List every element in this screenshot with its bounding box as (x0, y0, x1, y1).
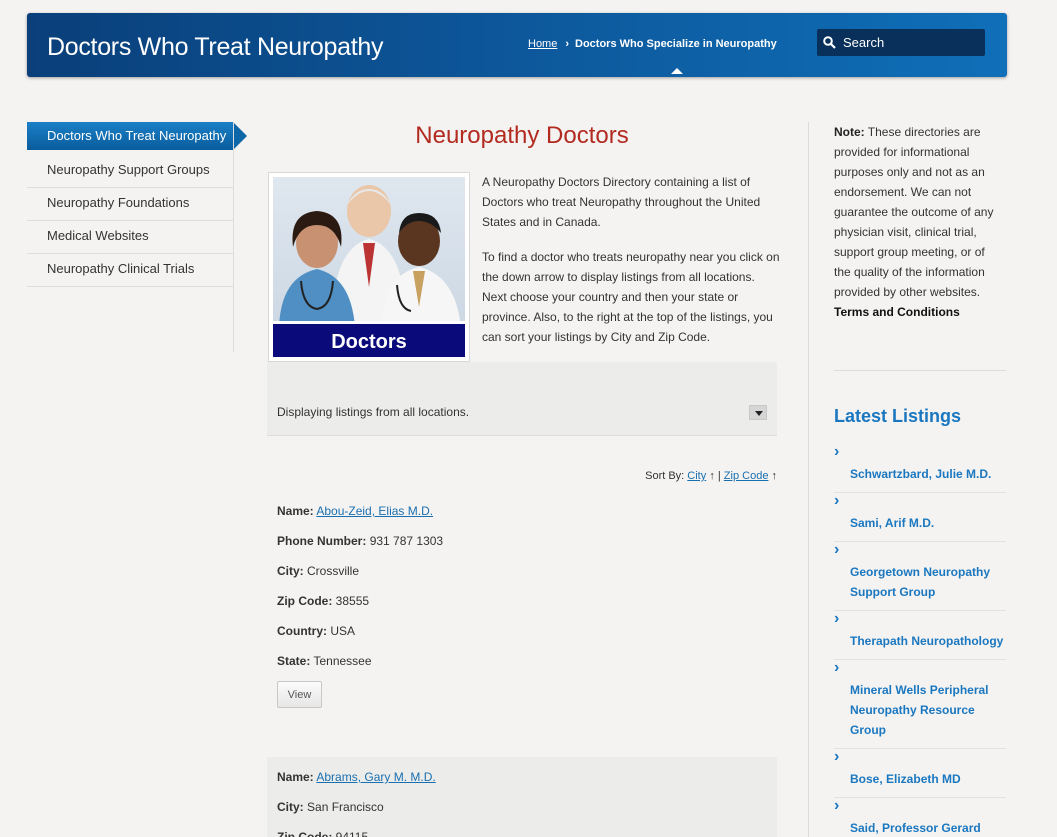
right-divider (834, 370, 1006, 371)
sidebar-item-medical-websites[interactable]: Medical Websites (27, 221, 233, 254)
latest-listing-label[interactable]: Said, Professor Gerard (850, 821, 981, 835)
country-label: Country: (277, 624, 327, 638)
phone-label: Phone Number: (277, 534, 367, 548)
latest-listing-label[interactable]: Georgetown Neuropathy Support Group (850, 565, 990, 599)
caret-up-icon (671, 68, 683, 74)
latest-listing-label[interactable]: Mineral Wells Peripheral Neuropathy Reso… (850, 683, 989, 737)
latest-listing-item[interactable]: › Mineral Wells Peripheral Neuropathy Res… (834, 660, 1006, 749)
listing-city-row: City: Crossville (267, 561, 777, 591)
latest-listing-label[interactable]: Therapath Neuropathology (850, 634, 1003, 648)
latest-listing-item[interactable]: › Schwartzbard, Julie M.D. (834, 444, 1006, 493)
sort-separator: | (717, 470, 721, 482)
listing-state-row: State: Tennessee (267, 651, 777, 681)
listing-country-row: Country: USA (267, 621, 777, 651)
terms-link[interactable]: Terms and Conditions (834, 302, 1004, 322)
sidebar-nav: Doctors Who Treat Neuropathy Neuropathy … (27, 122, 247, 287)
listing-name-row: Name: Abou-Zeid, Elias M.D. (267, 501, 777, 531)
listing-card: Name: Abou-Zeid, Elias M.D. Phone Number… (267, 501, 777, 708)
search-icon (823, 36, 836, 49)
location-dropdown-arrow-icon[interactable] (749, 405, 767, 420)
chevron-right-icon: › (565, 38, 570, 50)
sidebar-item-foundations[interactable]: Neuropathy Foundations (27, 188, 233, 221)
latest-listing-label[interactable]: Schwartzbard, Julie M.D. (850, 467, 991, 481)
disclaimer-note: Note: These directories are provided for… (834, 122, 1004, 322)
sort-label: Sort By: (645, 470, 685, 482)
sidebar-item-support-groups[interactable]: Neuropathy Support Groups (27, 155, 233, 188)
doctors-image: Doctors (273, 177, 465, 357)
sidebar-item-clinical-trials[interactable]: Neuropathy Clinical Trials (27, 254, 233, 287)
chevron-right-icon: › (834, 492, 840, 509)
listing-zip: 94115 (335, 830, 369, 837)
breadcrumb: Home › Doctors Who Specialize in Neuropath… (528, 38, 777, 50)
latest-listing-label[interactable]: Bose, Elizabeth MD (850, 772, 961, 786)
city-label: City: (277, 800, 304, 814)
right-column-divider (808, 122, 809, 837)
listing-phone-row: Phone Number: 931 787 1303 (267, 531, 777, 561)
search-input[interactable] (843, 35, 973, 50)
sidebar-item-doctors[interactable]: Doctors Who Treat Neuropathy (27, 122, 247, 150)
listing-zip-row: Zip Code: 94115 (267, 827, 777, 837)
sort-zip-link[interactable]: Zip Code (724, 470, 769, 482)
listing-city: San Francisco (307, 800, 384, 814)
note-label: Note: (834, 125, 865, 139)
listing-name-link[interactable]: Abou-Zeid, Elias M.D. (316, 504, 433, 518)
latest-listing-label[interactable]: Sami, Arif M.D. (850, 516, 934, 530)
listing-zip-row: Zip Code: 38555 (267, 591, 777, 621)
chevron-right-icon: › (834, 797, 840, 814)
listing-name-link[interactable]: Abrams, Gary M. M.D. (316, 770, 435, 784)
listing-phone: 931 787 1303 (369, 534, 444, 548)
chevron-right-icon: › (834, 443, 840, 460)
site-title[interactable]: Doctors Who Treat Neuropathy (47, 33, 384, 62)
listing-state: Tennessee (313, 654, 372, 668)
doctors-photo: Doctors (268, 172, 470, 362)
listing-city: Crossville (307, 564, 360, 578)
chevron-right-icon: › (834, 748, 840, 765)
zip-label: Zip Code: (277, 830, 333, 837)
site-header: Doctors Who Treat Neuropathy Home › Doctor… (27, 13, 1007, 77)
photo-caption: Doctors (273, 321, 465, 357)
sidebar-divider (233, 122, 234, 352)
chevron-right-icon: › (834, 610, 840, 627)
sort-city-arrow-icon[interactable]: ↑ (709, 470, 715, 482)
listing-zip: 38555 (335, 594, 370, 608)
intro-paragraph-1: A Neuropathy Doctors Directory containin… (482, 175, 761, 229)
location-filter-text: Displaying listings from all locations. (277, 405, 470, 419)
city-label: City: (277, 564, 304, 578)
latest-listing-item[interactable]: › Georgetown Neuropathy Support Group (834, 542, 1006, 611)
listing-country: USA (330, 624, 356, 638)
sort-controls: Sort By: City ↑ | Zip Code ↑ (645, 470, 777, 482)
latest-listings-title: Latest Listings (834, 406, 962, 426)
sort-zip-arrow-icon[interactable]: ↑ (772, 470, 778, 482)
listing-name-row: Name: Abrams, Gary M. M.D. (267, 767, 777, 797)
latest-listing-item[interactable]: › Bose, Elizabeth MD (834, 749, 1006, 798)
name-label: Name: (277, 504, 314, 518)
breadcrumb-home-link[interactable]: Home (528, 38, 557, 50)
breadcrumb-current: Doctors Who Specialize in Neuropathy (575, 38, 777, 50)
intro-text: A Neuropathy Doctors Directory containin… (482, 172, 780, 347)
latest-listing-item[interactable]: › Sami, Arif M.D. (834, 493, 1006, 542)
sort-city-link[interactable]: City (687, 470, 706, 482)
latest-listings: › Schwartzbard, Julie M.D. › Sami, Arif M.… (834, 444, 1006, 837)
name-label: Name: (277, 770, 314, 784)
note-text: These directories are provided for infor… (834, 125, 994, 299)
listing-card: Name: Abrams, Gary M. M.D. City: San Fra… (267, 757, 777, 837)
search-box[interactable] (817, 29, 985, 56)
page-title: Neuropathy Doctors (415, 122, 629, 149)
state-label: State: (277, 654, 311, 668)
view-button[interactable]: View (277, 681, 322, 708)
latest-listing-item[interactable]: › Said, Professor Gerard (834, 798, 1006, 837)
listing-city-row: City: San Francisco (267, 797, 777, 827)
latest-listing-item[interactable]: › Therapath Neuropathology (834, 611, 1006, 660)
chevron-right-icon: › (834, 541, 840, 558)
intro-paragraph-2: To find a doctor who treats neuropathy n… (482, 250, 780, 344)
location-filter: Displaying listings from all locations. (267, 362, 777, 436)
zip-label: Zip Code: (277, 594, 333, 608)
chevron-right-icon: › (834, 659, 840, 676)
